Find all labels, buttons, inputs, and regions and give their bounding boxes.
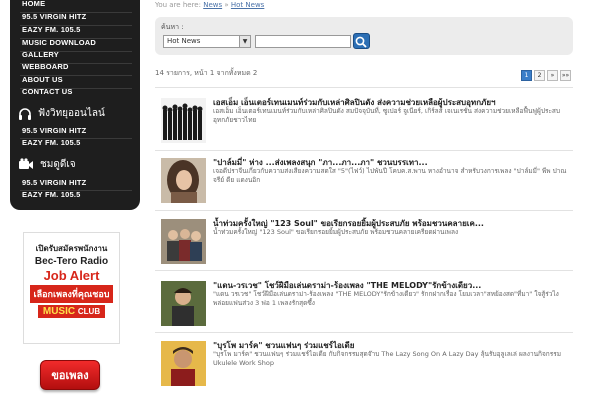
ad-brand-text: Bec-Tero Radio: [34, 256, 109, 267]
nav-gallery[interactable]: GALLERY: [22, 50, 59, 59]
job-alert-banner[interactable]: เปิดรับสมัครพนักงาน Bec-Tero Radio Job A…: [23, 232, 120, 344]
headphones-icon: [19, 107, 31, 120]
breadcrumb: You are here: News » Hot News: [155, 1, 264, 9]
ad-music-word: MUSIC: [42, 306, 76, 317]
news-description: "แดน วรเวช" โชว์ฝีมือเล่นดราม่า-ร้องเพลง…: [213, 290, 559, 307]
news-description: น้ำท่วมครั้งใหญ่ "123 Soul" ขอเรียกรอยยิ…: [213, 228, 459, 236]
next-page-button[interactable]: »: [547, 70, 558, 81]
nav-about-us[interactable]: ABOUT US: [22, 75, 63, 84]
news-item[interactable]: "บุรโพ มาร์ค" ชวนแฟนๆ ร่วมแชร์ไอเดีย "บุ…: [155, 335, 573, 389]
news-description: "บุรโพ มาร์ค" ชวนแฟนๆ ร่วมแชร์ไอเดีย กับ…: [213, 350, 561, 367]
news-description: เอสเอ็ม เอ็นเตอร์เทนเมนท์ร่วมกับเหล่าศิล…: [213, 107, 561, 124]
search-label: ค้นหา :: [161, 23, 184, 31]
last-page-button[interactable]: »»: [560, 70, 571, 81]
watch-virgin-hitz[interactable]: 95.5 VIRGIN HITZ: [22, 178, 86, 187]
list-divider: [155, 210, 573, 211]
breadcrumb-prefix: You are here:: [155, 1, 201, 9]
breadcrumb-separator: »: [224, 1, 229, 9]
breadcrumb-news-link[interactable]: News: [203, 1, 222, 9]
search-panel: ค้นหา : Hot News ▼: [155, 17, 573, 55]
listen-online-header[interactable]: ฟังวิทยุออนไลน์: [18, 106, 105, 121]
ad-recruit-text: เปิดรับสมัครพนักงาน: [35, 244, 108, 253]
search-icon: [355, 36, 367, 48]
watch-eazy-fm[interactable]: EAZY FM. 105.5: [22, 190, 81, 199]
list-divider: [155, 270, 573, 271]
main-content: You are here: News » Hot News ค้นหา : Ho…: [153, 0, 593, 400]
pagination: 1 2 » »»: [521, 70, 571, 81]
page-1-button[interactable]: 1: [521, 70, 532, 81]
list-divider: [155, 150, 573, 151]
news-thumbnail[interactable]: [161, 281, 206, 326]
ad-choose-song-text: เลือกเพลงที่คุณชอบ: [30, 285, 113, 303]
listen-virgin-hitz[interactable]: 95.5 VIRGIN HITZ: [22, 126, 86, 135]
category-select[interactable]: Hot News ▼: [163, 35, 251, 48]
nav-eazy-fm[interactable]: EAZY FM. 105.5: [22, 25, 81, 34]
nav-webboard[interactable]: WEBBOARD: [22, 62, 69, 71]
listen-online-label: ฟังวิทยุออนไลน์: [38, 108, 105, 119]
breadcrumb-current[interactable]: Hot News: [231, 1, 264, 9]
result-count: 14 รายการ, หน้า 1 จากทั้งหมด 2: [155, 69, 258, 77]
watch-dj-header[interactable]: ชมดูดีเจ: [18, 157, 76, 172]
left-sidebar: HOME 95.5 VIRGIN HITZ EAZY FM. 105.5 MUS…: [0, 0, 150, 400]
page-2-button[interactable]: 2: [534, 70, 545, 81]
ad-music-club-text: MUSIC CLUB: [38, 305, 105, 318]
main-nav-panel: HOME 95.5 VIRGIN HITZ EAZY FM. 105.5 MUS…: [10, 0, 140, 210]
news-item[interactable]: เอสเอ็ม เอ็นเตอร์เทนเมนท์ร่วมกับเหล่าศิล…: [155, 92, 573, 146]
news-thumbnail[interactable]: [161, 341, 206, 386]
nav-music-download[interactable]: MUSIC DOWNLOAD: [22, 38, 96, 47]
news-description: เจอดีปราจีนเกี่ยวกับความส่งเสียงความสดใส…: [213, 167, 567, 184]
news-item[interactable]: "ปาล์มมี่" ห่าง ...ส่งเพลงสนุก "ภา...ภา.…: [155, 152, 573, 206]
nav-contact-us[interactable]: CONTACT US: [22, 87, 73, 96]
search-input[interactable]: [255, 35, 351, 48]
nav-virgin-hitz[interactable]: 95.5 VIRGIN HITZ: [22, 12, 86, 21]
ad-club-word: CLUB: [77, 307, 101, 316]
news-thumbnail[interactable]: [161, 219, 206, 264]
list-divider: [155, 87, 573, 88]
ad-job-alert-text: Job Alert: [43, 268, 100, 283]
search-button[interactable]: [353, 33, 370, 49]
chevron-down-icon: ▼: [239, 36, 250, 47]
news-item[interactable]: "แดน-วรเวช" โชว์ฝีมือเล่นดราม่า-ร้องเพลง…: [155, 275, 573, 329]
listen-eazy-fm[interactable]: EAZY FM. 105.5: [22, 138, 81, 147]
list-divider: [155, 332, 573, 333]
news-item[interactable]: น้ำท่วมครั้งใหญ่ "123 Soul" ขอเรียกรอยยิ…: [155, 213, 573, 267]
watch-dj-label: ชมดูดีเจ: [40, 159, 76, 170]
category-select-value: Hot News: [167, 37, 201, 45]
nav-home[interactable]: HOME: [22, 0, 45, 8]
news-thumbnail[interactable]: [161, 98, 206, 143]
video-camera-icon: [19, 158, 33, 169]
request-song-button[interactable]: ขอเพลง: [40, 360, 100, 390]
news-thumbnail[interactable]: [161, 158, 206, 203]
